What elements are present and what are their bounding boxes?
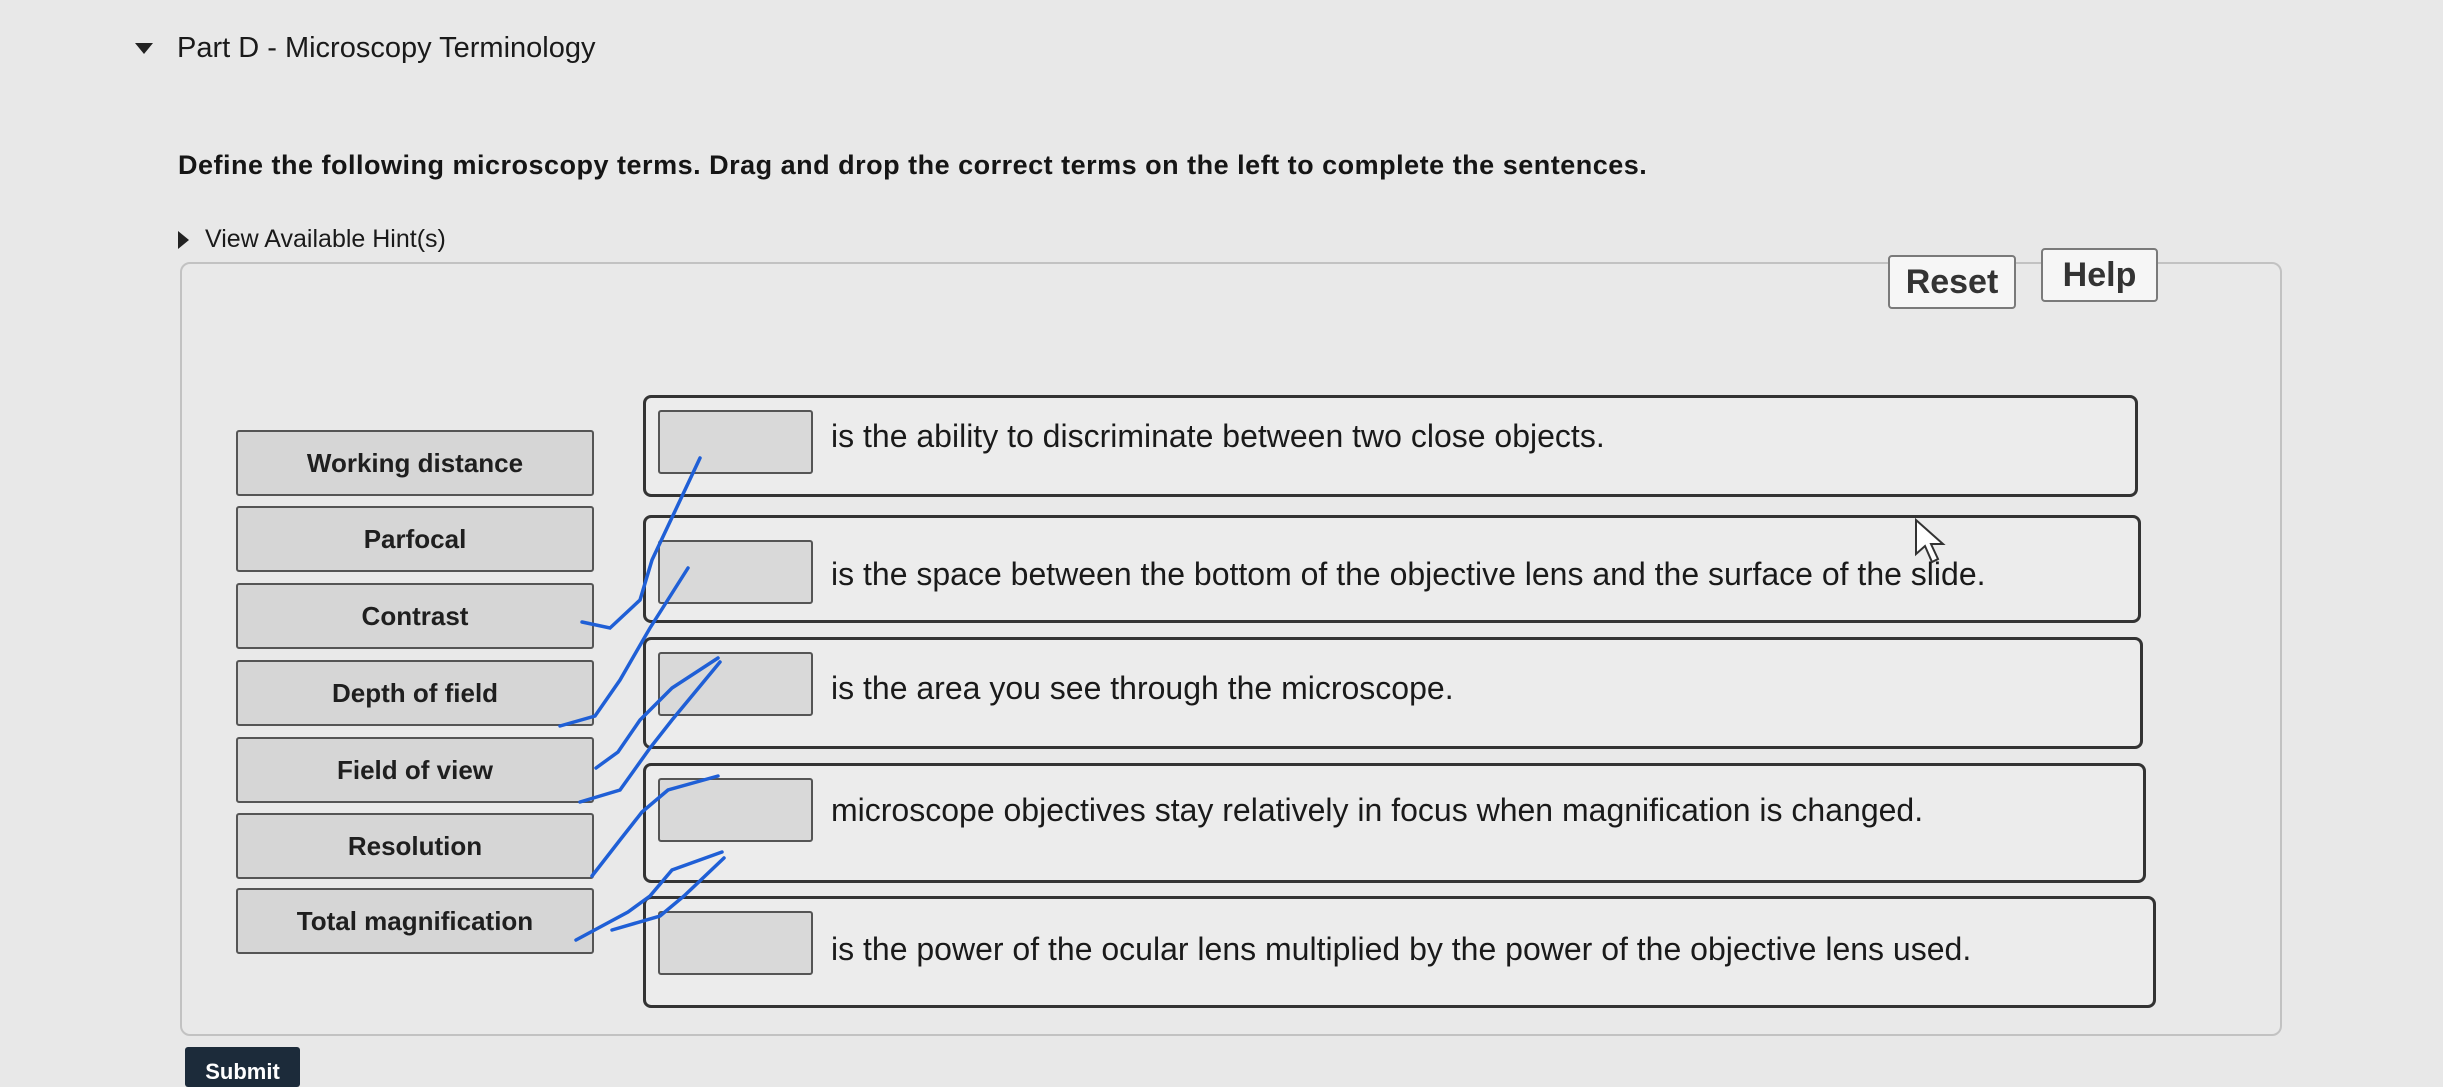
view-hints-toggle[interactable]: View Available Hint(s) xyxy=(178,225,446,254)
sentence-text-1: is the ability to discriminate between t… xyxy=(831,418,1605,454)
drop-slot-4[interactable] xyxy=(658,778,813,842)
sentence-text-3: is the area you see through the microsco… xyxy=(831,670,1454,706)
term-depth-of-field[interactable]: Depth of field xyxy=(236,660,594,726)
caret-down-icon[interactable] xyxy=(135,43,153,54)
sentence-row-5: is the power of the ocular lens multipli… xyxy=(643,896,2156,1008)
sentence-row-3: is the area you see through the microsco… xyxy=(643,637,2143,749)
sentence-text-2: is the space between the bottom of the o… xyxy=(831,556,1986,592)
sentence-text-5: is the power of the ocular lens multipli… xyxy=(831,931,1972,967)
sentence-text-4: microscope objectives stay relatively in… xyxy=(831,792,1924,828)
drop-slot-1[interactable] xyxy=(658,410,813,474)
term-working-distance[interactable]: Working distance xyxy=(236,430,594,496)
drop-slot-2[interactable] xyxy=(658,540,813,604)
mouse-cursor-icon xyxy=(1915,518,1946,564)
help-button[interactable]: Help xyxy=(2041,248,2158,302)
sentence-row-1: is the ability to discriminate between t… xyxy=(643,395,2138,497)
term-resolution[interactable]: Resolution xyxy=(236,813,594,879)
term-contrast[interactable]: Contrast xyxy=(236,583,594,649)
submit-button[interactable]: Submit xyxy=(185,1047,300,1087)
drop-slot-5[interactable] xyxy=(658,911,813,975)
term-field-of-view[interactable]: Field of view xyxy=(236,737,594,803)
part-title: Part D - Microscopy Terminology xyxy=(177,32,596,64)
hint-label[interactable]: View Available Hint(s) xyxy=(205,225,446,254)
reset-button[interactable]: Reset xyxy=(1888,255,2016,309)
drop-slot-3[interactable] xyxy=(658,652,813,716)
term-total-magnification[interactable]: Total magnification xyxy=(236,888,594,954)
caret-right-icon[interactable] xyxy=(178,230,189,249)
term-parfocal[interactable]: Parfocal xyxy=(236,506,594,572)
sentence-row-4: microscope objectives stay relatively in… xyxy=(643,763,2146,883)
instructions-text: Define the following microscopy terms. D… xyxy=(178,150,1648,180)
part-header[interactable]: Part D - Microscopy Terminology xyxy=(135,32,595,65)
